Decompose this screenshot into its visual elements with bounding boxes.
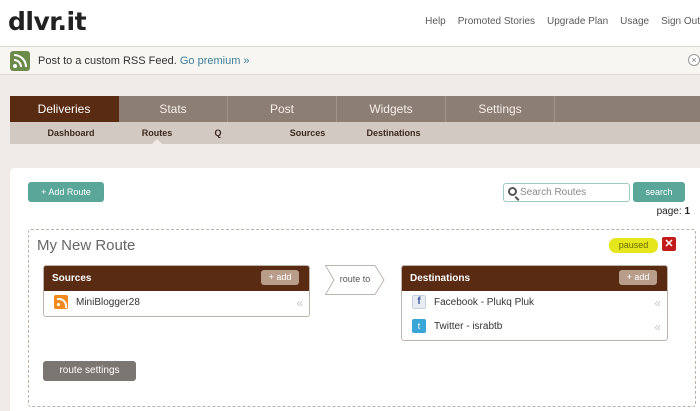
search-icon <box>508 187 517 196</box>
search-input[interactable] <box>520 184 628 201</box>
add-route-button[interactable]: + Add Route <box>28 182 104 202</box>
drag-handle-icon[interactable]: « <box>296 296 303 310</box>
route-card: My New Route paused ✕ Sources + add Mini… <box>28 229 696 407</box>
promo-bar: Post to a custom RSS Feed. Go premium » … <box>0 46 700 75</box>
top-nav: Help Promoted Stories Upgrade Plan Usage… <box>425 16 700 30</box>
status-badge[interactable]: paused <box>609 238 658 253</box>
usage-link[interactable]: Usage <box>620 16 649 30</box>
route-to-label: route to <box>339 274 371 284</box>
destinations-header: Destinations + add <box>402 266 667 291</box>
logo[interactable]: dlvr.it <box>8 7 87 36</box>
sources-header: Sources + add <box>44 266 309 291</box>
promoted-stories-link[interactable]: Promoted Stories <box>458 16 535 30</box>
facebook-icon: f <box>412 295 426 309</box>
sources-title: Sources <box>52 273 92 284</box>
route-settings-button[interactable]: route settings <box>43 361 136 381</box>
drag-handle-icon[interactable]: « <box>654 320 661 334</box>
route-title[interactable]: My New Route <box>37 237 135 254</box>
sign-out-link[interactable]: Sign Out <box>661 16 700 30</box>
list-item[interactable]: MiniBlogger28 « <box>44 291 309 315</box>
source-label[interactable]: MiniBlogger28 <box>76 297 140 308</box>
upgrade-plan-link[interactable]: Upgrade Plan <box>547 16 608 30</box>
subtab-q[interactable]: Q <box>182 122 254 144</box>
promo-text: Post to a custom RSS Feed. <box>38 55 177 67</box>
search-field[interactable] <box>503 183 630 202</box>
destinations-title: Destinations <box>410 273 471 284</box>
sources-box: Sources + add MiniBlogger28 « <box>43 265 310 317</box>
destination-label[interactable]: Facebook - Plukq Pluk <box>434 297 534 308</box>
subtab-dashboard[interactable]: Dashboard <box>10 122 132 144</box>
delete-route-button[interactable]: ✕ <box>662 237 676 251</box>
twitter-icon: t <box>412 319 426 333</box>
main-tabs: Deliveries Stats Post Widgets Settings <box>10 96 700 122</box>
drag-handle-icon[interactable]: « <box>654 296 661 310</box>
tab-post[interactable]: Post <box>228 96 337 122</box>
destinations-box: Destinations + add f Facebook - Plukq Pl… <box>401 265 668 341</box>
tab-deliveries[interactable]: Deliveries <box>10 96 119 122</box>
go-premium-link[interactable]: Go premium » <box>180 55 250 67</box>
page-number[interactable]: 1 <box>684 206 690 217</box>
tab-widgets[interactable]: Widgets <box>337 96 446 122</box>
route-to-arrow: route to <box>324 265 385 295</box>
add-source-button[interactable]: + add <box>261 270 299 285</box>
tab-settings[interactable]: Settings <box>446 96 555 122</box>
rss-icon <box>54 295 68 309</box>
header: dlvr.it Help Promoted Stories Upgrade Pl… <box>0 0 700 46</box>
page-label: page: <box>656 206 682 217</box>
search-button[interactable]: search <box>633 182 685 202</box>
promo-message: Post to a custom RSS Feed. Go premium » <box>38 55 250 67</box>
rss-feed-icon <box>10 51 30 71</box>
subtab-destinations[interactable]: Destinations <box>361 122 426 144</box>
destination-label[interactable]: Twitter - israbtb <box>434 321 502 332</box>
tab-stats[interactable]: Stats <box>119 96 228 122</box>
list-item[interactable]: t Twitter - israbtb « <box>402 315 667 339</box>
sub-tabs: Dashboard Routes Q Sources Destinations <box>10 122 700 144</box>
routes-panel: + Add Route search page: 1 My New Route … <box>10 168 700 411</box>
close-icon[interactable]: × <box>688 54 700 66</box>
add-destination-button[interactable]: + add <box>619 270 657 285</box>
list-item[interactable]: f Facebook - Plukq Pluk « <box>402 291 667 315</box>
subtab-routes[interactable]: Routes <box>132 122 182 144</box>
pagination: page: 1 <box>657 206 690 217</box>
subtab-sources[interactable]: Sources <box>254 122 361 144</box>
help-link[interactable]: Help <box>425 16 446 30</box>
